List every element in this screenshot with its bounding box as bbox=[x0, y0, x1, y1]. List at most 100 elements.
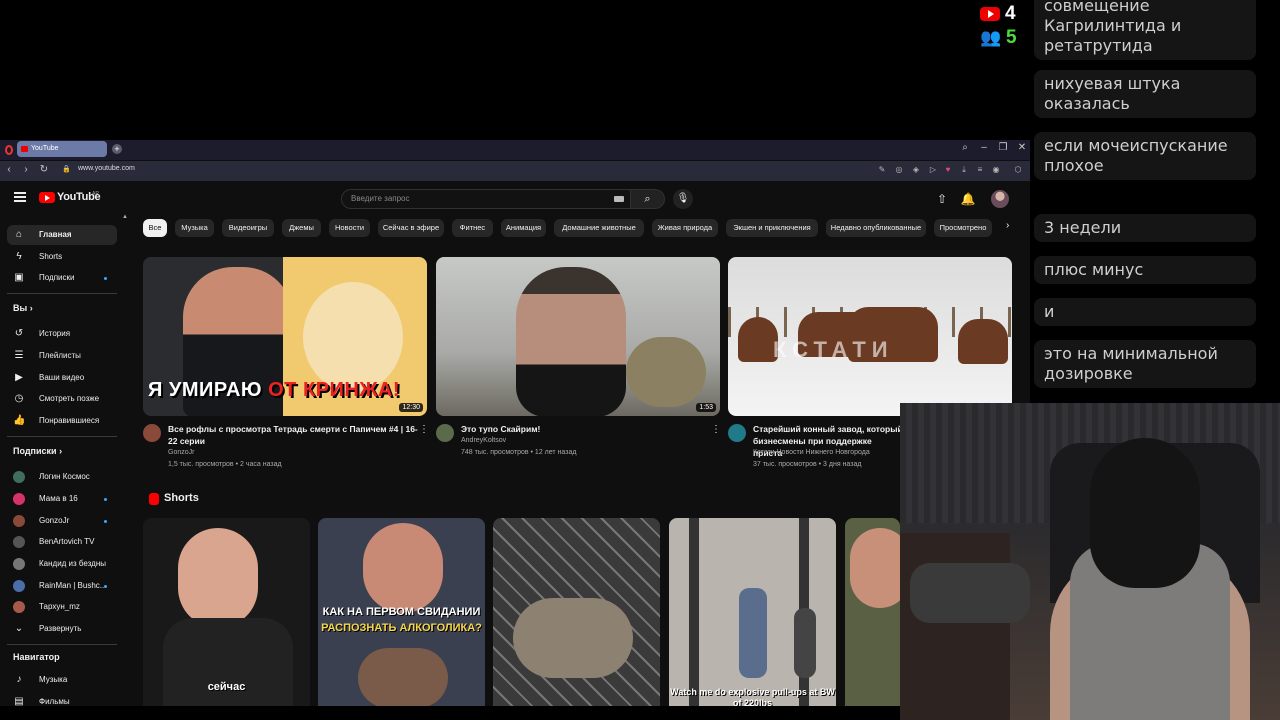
sidebar-item-shorts[interactable]: ϟ Shorts bbox=[7, 247, 117, 267]
sidebar-item-liked[interactable]: 👍 Понравившиеся bbox=[7, 411, 117, 431]
chip[interactable]: Живая природа bbox=[652, 219, 718, 237]
forward-icon[interactable]: › bbox=[20, 164, 32, 175]
viewer-count: 5 bbox=[1006, 27, 1017, 48]
close-icon[interactable]: ✕ bbox=[1015, 142, 1029, 153]
minimize-icon[interactable]: – bbox=[977, 142, 991, 153]
short-thumbnail[interactable]: Watch me do explosive pull-ups at BW of … bbox=[669, 518, 836, 706]
channel-avatar[interactable] bbox=[728, 424, 746, 442]
search-tabs-icon[interactable]: ⌕ bbox=[958, 142, 972, 153]
profile-icon[interactable]: ◉ bbox=[991, 165, 1001, 174]
more-vert-icon[interactable]: ⋮ bbox=[419, 424, 429, 435]
hamburger-menu-icon[interactable] bbox=[14, 192, 26, 202]
navigator-section-header: Навигатор bbox=[13, 652, 60, 662]
chip[interactable]: Видеоигры bbox=[222, 219, 274, 237]
chip[interactable]: Фитнес bbox=[452, 219, 493, 237]
channel-avatar bbox=[13, 601, 25, 613]
video-title[interactable]: Это тупо Скайрим! bbox=[461, 423, 711, 435]
chip[interactable]: Просмотрено bbox=[934, 219, 992, 237]
chat-message: плюс минус bbox=[1034, 256, 1256, 284]
sidebar-item-label: Shorts bbox=[39, 252, 63, 261]
more-vert-icon[interactable]: ⋮ bbox=[711, 424, 721, 435]
sidebar-expand[interactable]: ⌄ Развернуть bbox=[7, 619, 117, 639]
sidebar-item-subscriptions[interactable]: ▣ Подписки bbox=[7, 268, 117, 288]
chip[interactable]: Анимация bbox=[501, 219, 546, 237]
channel-avatar[interactable] bbox=[436, 424, 454, 442]
video-channel[interactable]: Кстати Новости Нижнего Новгорода bbox=[753, 449, 870, 456]
camera-icon[interactable]: ◎ bbox=[894, 165, 904, 174]
thumbnail-person bbox=[178, 528, 258, 628]
chip[interactable]: Экшен и приключения bbox=[726, 219, 818, 237]
upload-icon[interactable]: ⇧ bbox=[934, 191, 950, 207]
video-channel[interactable]: GonzoJr bbox=[168, 449, 194, 456]
sidebar-channel[interactable]: Тархун_mz bbox=[7, 597, 117, 617]
sidebar-channel[interactable]: Мама в 16 bbox=[7, 489, 117, 509]
short-thumbnail[interactable]: КАК НА ПЕРВОМ СВИДАНИИ РАСПОЗНАТЬ АЛКОГО… bbox=[318, 518, 485, 706]
sidebar-channel[interactable]: BenArtovich TV bbox=[7, 532, 117, 552]
menu-lines-icon[interactable]: ≡ bbox=[975, 165, 985, 174]
sidebar-channel[interactable]: Кандид из бездны bbox=[7, 554, 117, 574]
screen: 4 👥 5 совмещение Кагрилинтида и ретатрут… bbox=[0, 0, 1280, 720]
player-icon[interactable]: ▷ bbox=[928, 165, 938, 174]
chevron-right-icon[interactable]: › bbox=[1006, 220, 1009, 231]
chip[interactable]: Новости bbox=[329, 219, 370, 237]
video-title[interactable]: Все рофлы с просмотра Тетрадь смерти с П… bbox=[168, 423, 418, 447]
subscriptions-section-header[interactable]: Подписки › bbox=[13, 446, 62, 456]
opera-logo-icon[interactable] bbox=[5, 145, 13, 155]
download-icon[interactable]: ⤓ bbox=[959, 165, 969, 175]
short-thumbnail[interactable] bbox=[493, 518, 660, 706]
chip[interactable]: Домашние животные bbox=[554, 219, 644, 237]
mic-icon: 🎙 bbox=[676, 193, 690, 204]
sidebar-scroll-up-icon[interactable]: ▲ bbox=[122, 214, 128, 220]
thumbnail-person bbox=[739, 588, 767, 678]
chip[interactable]: Сейчас в эфире bbox=[378, 219, 444, 237]
new-tab-icon[interactable]: + bbox=[112, 144, 122, 154]
you-section-header[interactable]: Вы › bbox=[13, 303, 33, 313]
search-button[interactable]: ⌕ bbox=[631, 189, 665, 209]
channel-avatar[interactable] bbox=[143, 424, 161, 442]
video-channel[interactable]: AndreyKoltsov bbox=[461, 437, 506, 444]
vpn-icon[interactable]: ⬡ bbox=[1013, 165, 1023, 174]
sidebar-item-playlists[interactable]: ☰ Плейлисты bbox=[7, 346, 117, 366]
url-field[interactable]: www.youtube.com bbox=[78, 165, 135, 172]
sidebar-item-music[interactable]: ♪ Музыка bbox=[7, 670, 117, 690]
back-icon[interactable]: ‹ bbox=[3, 164, 15, 175]
short-thumbnail[interactable] bbox=[845, 518, 900, 706]
tab-youtube[interactable]: YouTube bbox=[17, 141, 107, 157]
sidebar-channel[interactable]: GonzoJr bbox=[7, 511, 117, 531]
sidebar-item-your-videos[interactable]: ▶ Ваши видео bbox=[7, 368, 117, 388]
sidebar-item-home[interactable]: ⌂ Главная bbox=[7, 225, 117, 245]
watch-later-icon: ◷ bbox=[14, 393, 24, 404]
movies-icon: ▤ bbox=[14, 696, 24, 706]
avatar[interactable] bbox=[991, 190, 1009, 208]
chip[interactable]: Все bbox=[143, 219, 167, 237]
chip[interactable]: Музыка bbox=[175, 219, 214, 237]
sidebar-item-history[interactable]: ↺ История bbox=[7, 324, 117, 344]
shorts-section-title: Shorts bbox=[164, 492, 199, 504]
chip[interactable]: Недавно опубликованные bbox=[826, 219, 926, 237]
video-thumbnail[interactable]: КСТАТИ bbox=[728, 257, 1012, 416]
shield-icon[interactable]: ◈ bbox=[911, 165, 921, 174]
sidebar-item-movies[interactable]: ▤ Фильмы bbox=[7, 692, 117, 706]
video-thumbnail[interactable]: 1:53 bbox=[436, 257, 720, 416]
search-input[interactable]: Введите запрос bbox=[341, 189, 631, 209]
thumbnail-horse bbox=[738, 317, 778, 362]
reload-icon[interactable]: ↻ bbox=[38, 164, 50, 175]
keyboard-icon[interactable] bbox=[614, 196, 624, 202]
youtube-icon bbox=[980, 7, 1000, 21]
chat-message: совмещение Кагрилинтида и ретатрутида bbox=[1034, 0, 1256, 60]
thumbnail-person bbox=[516, 267, 626, 416]
thumbnail-horse bbox=[958, 319, 1008, 364]
youtube-page: YouTube AR Введите запрос ⌕ 🎙 ⇧ 🔔 ⌂ Глав… bbox=[0, 181, 1030, 706]
sidebar-channel[interactable]: RainMan | Bushc... bbox=[7, 576, 117, 596]
sidebar-item-label: Развернуть bbox=[39, 624, 82, 633]
heart-icon[interactable]: ♥ bbox=[943, 165, 953, 174]
video-thumbnail[interactable]: Я УМИРАЮ ОТ КРИНЖА! 12:30 bbox=[143, 257, 427, 416]
edit-icon[interactable]: ✎ bbox=[877, 165, 887, 174]
sidebar-item-watch-later[interactable]: ◷ Смотреть позже bbox=[7, 389, 117, 409]
voice-search-button[interactable]: 🎙 bbox=[673, 189, 693, 209]
sidebar-channel[interactable]: Логин Космос bbox=[7, 467, 117, 487]
bell-icon[interactable]: 🔔 bbox=[960, 191, 976, 207]
restore-icon[interactable]: ❐ bbox=[996, 142, 1010, 153]
short-thumbnail[interactable]: сейчас bbox=[143, 518, 310, 706]
chip[interactable]: Джемы bbox=[282, 219, 321, 237]
